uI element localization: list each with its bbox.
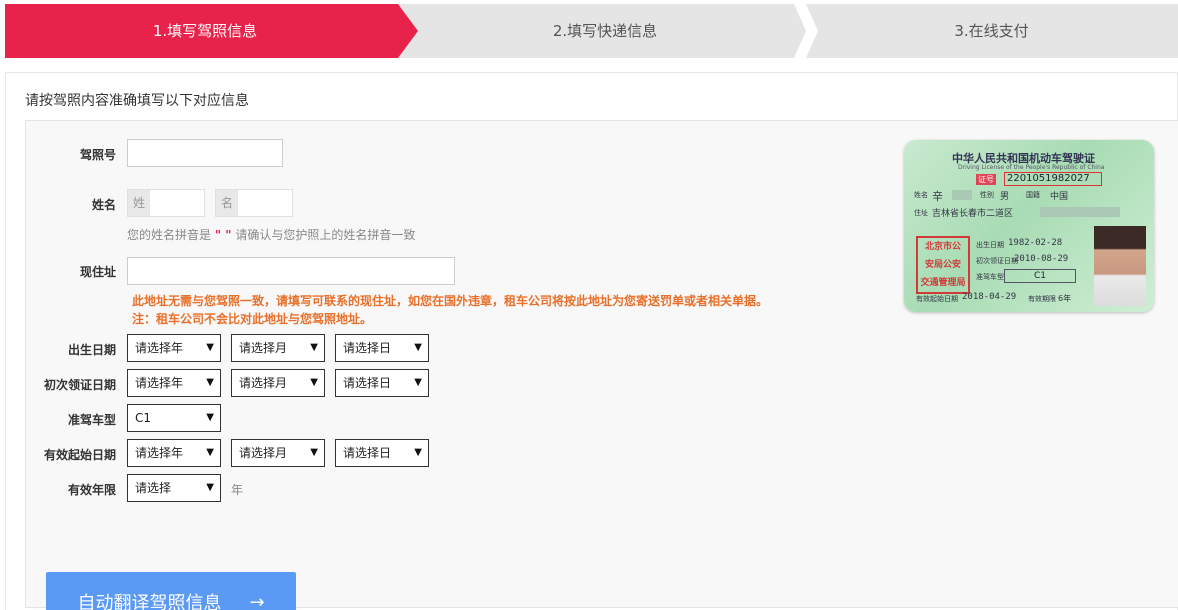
- auto-translate-label: 自动翻译驾照信息: [77, 593, 222, 610]
- dropdown-arrow-icon: ▼: [414, 342, 422, 353]
- steps-bar: 1.填写驾照信息 2.填写快递信息 3.在线支付: [5, 4, 1178, 58]
- card-birth-key: 出生日期: [976, 241, 1004, 249]
- valid-start-month-select[interactable]: 请选择月 ▼: [231, 439, 325, 467]
- given-name-prefix: 名: [216, 190, 238, 216]
- birth-day-select[interactable]: 请选择日 ▼: [335, 334, 429, 362]
- card-subtitle: Driving License of the People's Republic…: [958, 164, 1105, 171]
- card-address-key: 住址: [914, 209, 928, 217]
- license-form: 驾照号 姓名 姓 名 您的姓名拼音是 " " 请确认与您护照上的姓名拼音一致 现…: [25, 120, 1178, 610]
- card-photo: [1094, 226, 1146, 306]
- card-name-key: 姓名: [914, 191, 928, 199]
- first-issue-month-select[interactable]: 请选择月 ▼: [231, 369, 325, 397]
- birth-day-value: 请选择日: [343, 341, 392, 355]
- card-class-value: C1: [1004, 269, 1076, 283]
- seal-line-1: 北京市公: [924, 242, 961, 252]
- intro-text: 请按驾照内容准确填写以下对应信息: [25, 93, 249, 109]
- name-hint-pinyin: " ": [214, 228, 232, 242]
- card-id-tag: 证号: [976, 174, 996, 185]
- birth-month-value: 请选择月: [239, 341, 288, 355]
- vehicle-class-label: 准驾车型: [67, 413, 116, 427]
- first-issue-year-value: 请选择年: [135, 376, 184, 390]
- address-input[interactable]: [127, 257, 455, 285]
- name-hint: 您的姓名拼音是 " " 请确认与您护照上的姓名拼音一致: [127, 226, 415, 243]
- dropdown-arrow-icon: ▼: [310, 342, 318, 353]
- name-hint-after: 请确认与您护照上的姓名拼音一致: [235, 228, 416, 242]
- step-3: 3.在线支付: [954, 22, 1029, 40]
- seal-line-3: 交通管理局: [920, 278, 966, 288]
- card-valid-period-key: 有效期限: [1028, 295, 1056, 303]
- given-name-field[interactable]: 名: [215, 189, 293, 217]
- valid-years-select[interactable]: 请选择 ▼: [127, 474, 221, 502]
- vehicle-class-select[interactable]: C1 ▼: [127, 404, 221, 432]
- card-class-key: 准驾车型: [976, 273, 1004, 281]
- card-nationality-value: 中国: [1050, 192, 1069, 202]
- birth-month-select[interactable]: 请选择月 ▼: [231, 334, 325, 362]
- birth-year-value: 请选择年: [135, 341, 184, 355]
- card-valid-value: 2018-04-29: [962, 292, 1017, 302]
- valid-start-year-value: 请选择年: [135, 446, 184, 460]
- valid-start-day-select[interactable]: 请选择日 ▼: [335, 439, 429, 467]
- name-hint-before: 您的姓名拼音是: [127, 228, 212, 242]
- step-1: 1.填写驾照信息: [152, 22, 258, 40]
- form-panel: 请按驾照内容准确填写以下对应信息 驾照号 姓名 姓 名 您的姓名拼音是 " " …: [5, 72, 1178, 610]
- first-issue-day-select[interactable]: 请选择日 ▼: [335, 369, 429, 397]
- seal-line-2: 安局公安: [924, 260, 961, 270]
- dropdown-arrow-icon: ▼: [206, 482, 214, 493]
- card-sex-key: 性别: [980, 191, 994, 199]
- surname-prefix: 姓: [128, 190, 150, 216]
- dropdown-arrow-icon: ▼: [206, 447, 214, 458]
- dropdown-arrow-icon: ▼: [206, 412, 214, 423]
- card-blur: [952, 190, 972, 200]
- birth-year-select[interactable]: 请选择年 ▼: [127, 334, 221, 362]
- step-2: 2.填写快递信息: [552, 22, 658, 40]
- first-issue-year-select[interactable]: 请选择年 ▼: [127, 369, 221, 397]
- valid-start-label: 有效起始日期: [43, 448, 116, 462]
- dropdown-arrow-icon: ▼: [206, 342, 214, 353]
- first-issue-month-value: 请选择月: [239, 376, 288, 390]
- license-no-label: 驾照号: [79, 148, 116, 162]
- card-sex-value: 男: [1000, 192, 1010, 202]
- valid-years-label: 有效年限: [67, 483, 116, 497]
- address-warning-2: 注：租车公司不会比对此地址与您驾照地址。: [132, 312, 373, 326]
- first-issue-day-value: 请选择日: [343, 376, 392, 390]
- dropdown-arrow-icon: ▼: [414, 447, 422, 458]
- card-first-issue-key: 初次领证日期: [976, 257, 1018, 265]
- card-name-value: 辛: [932, 190, 943, 203]
- card-blur: [1040, 207, 1120, 217]
- card-id-number: 2201051982027: [1004, 172, 1102, 186]
- name-label: 姓名: [91, 198, 116, 212]
- card-nationality-key: 国籍: [1026, 191, 1040, 199]
- surname-field[interactable]: 姓: [127, 189, 205, 217]
- address-label: 现住址: [79, 265, 116, 279]
- license-no-input[interactable]: [127, 139, 283, 167]
- valid-start-year-select[interactable]: 请选择年 ▼: [127, 439, 221, 467]
- valid-start-day-value: 请选择日: [343, 446, 392, 460]
- card-first-issue-value: 2010-08-29: [1014, 254, 1069, 264]
- license-sample-image: 中华人民共和国机动车驾驶证 Driving License of the Peo…: [904, 140, 1154, 312]
- card-valid-period-value: 6年: [1058, 294, 1072, 303]
- first-issue-label: 初次领证日期: [43, 378, 116, 392]
- dropdown-arrow-icon: ▼: [414, 377, 422, 388]
- address-warning-1: 此地址无需与您驾照一致，请填写可联系的现住址，如您在国外违章，租车公司将按此地址…: [132, 294, 769, 308]
- vehicle-class-value: C1: [135, 411, 152, 425]
- valid-years-unit: 年: [231, 483, 244, 497]
- birth-date-label: 出生日期: [67, 343, 116, 357]
- auto-translate-button[interactable]: 自动翻译驾照信息 →: [46, 572, 296, 610]
- card-birth-value: 1982-02-28: [1008, 238, 1063, 248]
- dropdown-arrow-icon: ▼: [310, 447, 318, 458]
- card-seal: 北京市公 安局公安 交通管理局: [916, 236, 970, 294]
- card-valid-key: 有效起始日期: [916, 295, 958, 303]
- arrow-right-icon: →: [249, 591, 265, 610]
- dropdown-arrow-icon: ▼: [310, 377, 318, 388]
- card-address-value: 吉林省长春市二道区: [932, 209, 1014, 219]
- dropdown-arrow-icon: ▼: [206, 377, 214, 388]
- valid-start-month-value: 请选择月: [239, 446, 288, 460]
- valid-years-value: 请选择: [135, 481, 172, 495]
